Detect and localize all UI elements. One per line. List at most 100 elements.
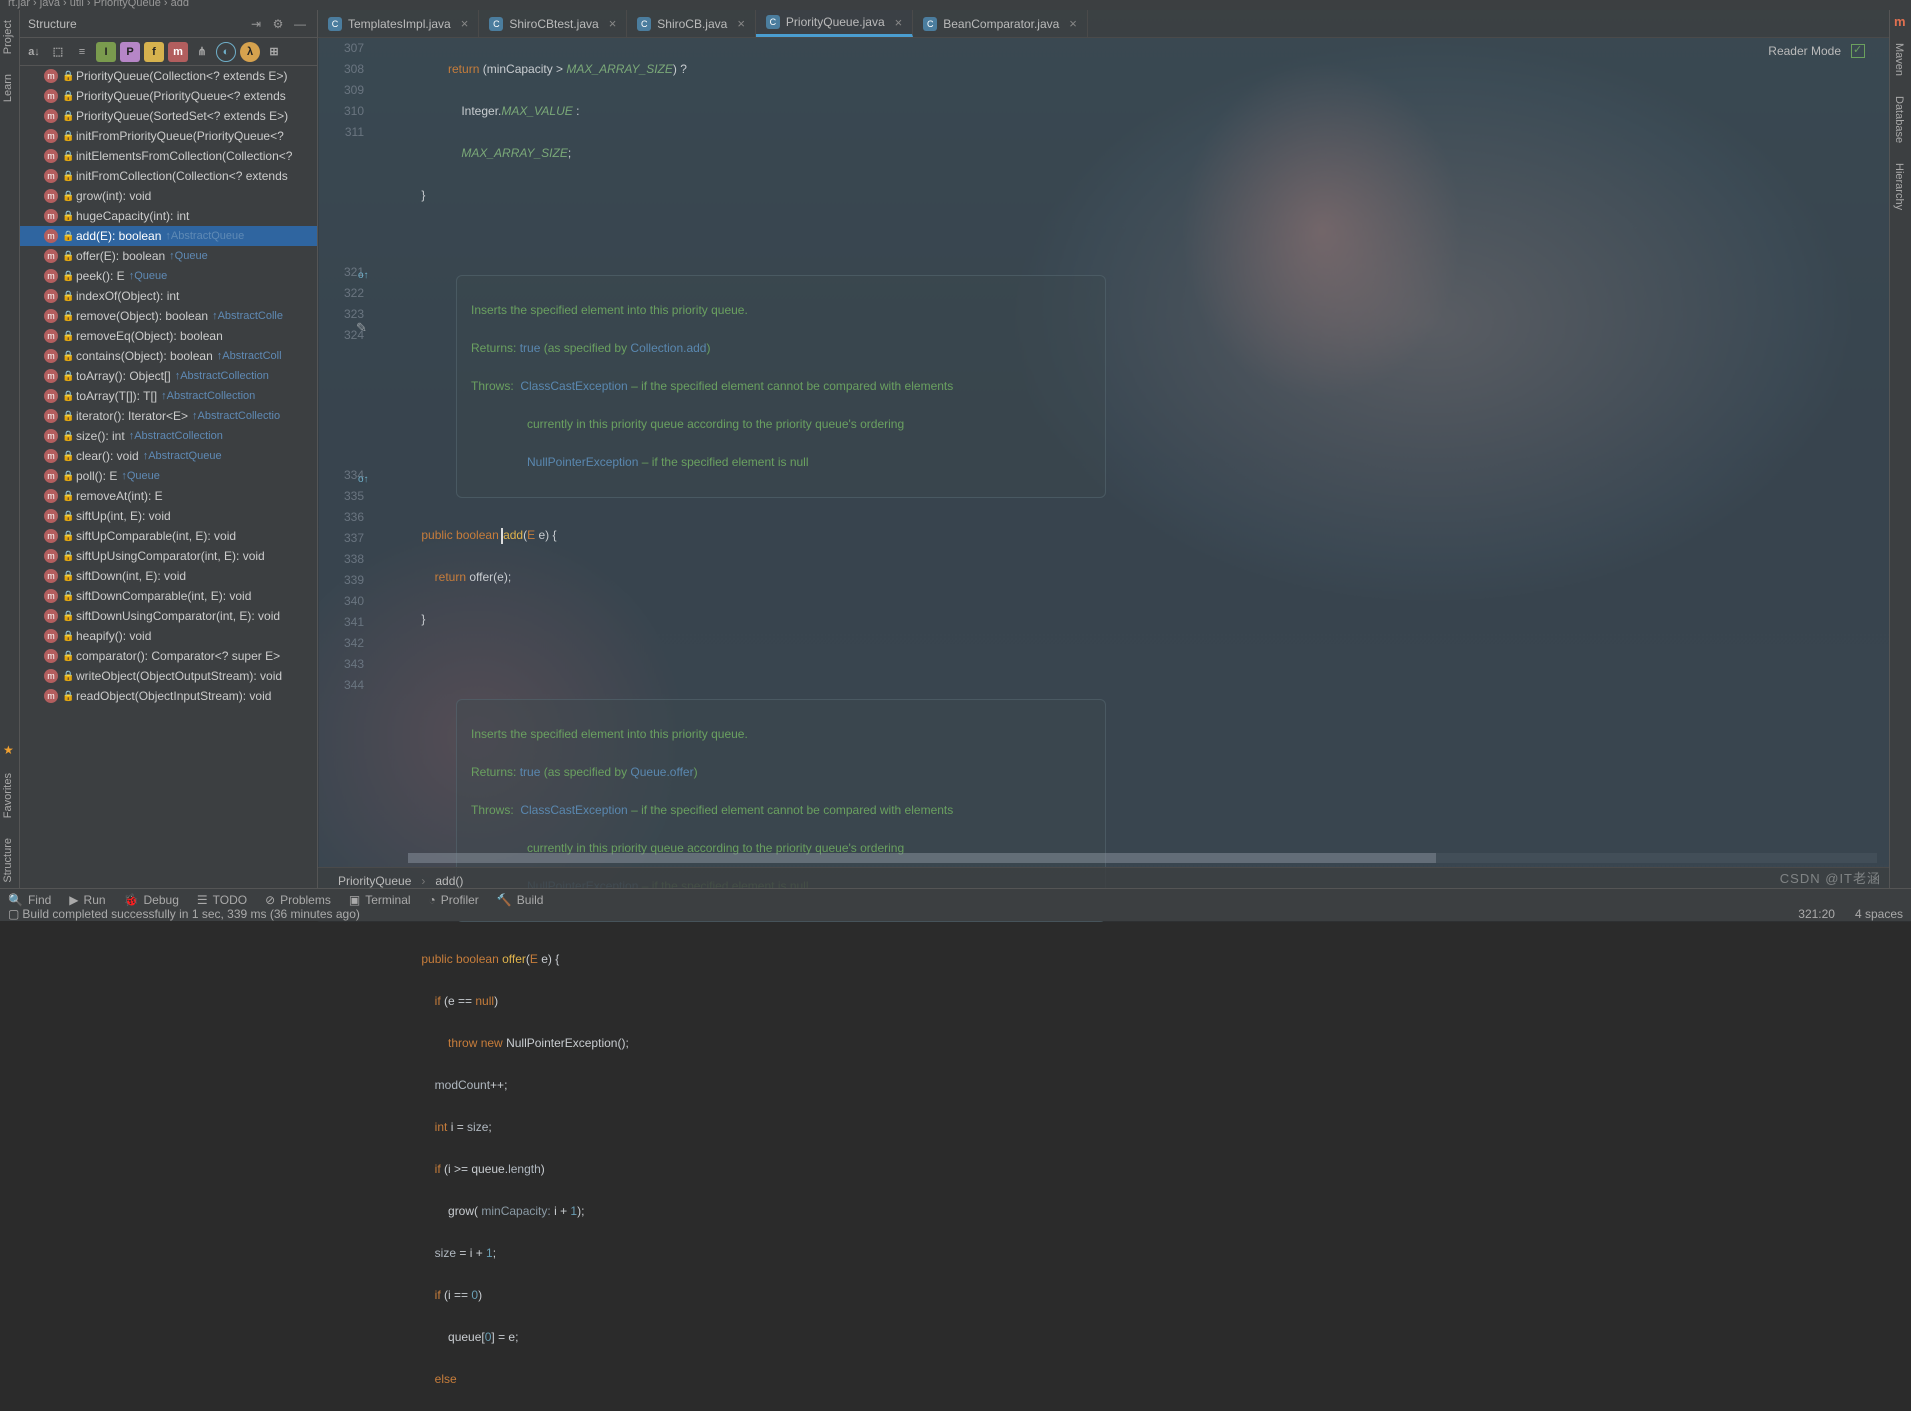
lock-icon: 🔒 — [62, 511, 72, 522]
structure-tree-item[interactable]: m🔒peek(): E ↑Queue — [20, 266, 317, 286]
override-gutter-icon[interactable]: o↑ — [358, 270, 369, 281]
autoscroll-source-icon[interactable]: ◐ — [216, 42, 236, 62]
method-icon: m — [44, 309, 58, 323]
show-lambda-icon[interactable]: λ — [240, 42, 260, 62]
structure-tree-item[interactable]: m🔒initFromCollection(Collection<? extend… — [20, 166, 317, 186]
structure-tree-item[interactable]: m🔒siftDown(int, E): void — [20, 566, 317, 586]
structure-tree-item[interactable]: m🔒PriorityQueue(PriorityQueue<? extends — [20, 86, 317, 106]
build-tool[interactable]: 🔨Build — [497, 893, 544, 907]
favorites-tool-tab[interactable]: Favorites — [0, 763, 16, 828]
structure-tree-item[interactable]: m🔒PriorityQueue(Collection<? extends E>) — [20, 66, 317, 86]
caret-position[interactable]: 321:20 — [1798, 907, 1835, 921]
structure-tree-item[interactable]: m🔒hugeCapacity(int): int — [20, 206, 317, 226]
method-icon: m — [44, 489, 58, 503]
profiler-tool[interactable]: ◔Profiler — [429, 893, 479, 907]
structure-tool-tab[interactable]: Structure — [0, 828, 16, 893]
show-methods-icon[interactable]: m — [168, 42, 188, 62]
structure-tree-item[interactable]: m🔒siftDownUsingComparator(int, E): void — [20, 606, 317, 626]
hide-icon[interactable]: — — [291, 15, 309, 33]
todo-tool[interactable]: ☰TODO — [197, 893, 247, 907]
structure-tree-item[interactable]: m🔒removeAt(int): E — [20, 486, 317, 506]
structure-tree-item[interactable]: m🔒siftDownComparable(int, E): void — [20, 586, 317, 606]
editor-tab[interactable]: CShiroCBtest.java× — [479, 10, 627, 37]
favorites-star-icon[interactable]: ★ — [0, 737, 17, 763]
maven-tool-tab[interactable]: Maven — [1890, 33, 1908, 86]
tree-item-label: siftDownUsingComparator(int, E): void — [76, 609, 280, 623]
structure-tree-item[interactable]: m🔒clear(): void ↑AbstractQueue — [20, 446, 317, 466]
lock-icon: 🔒 — [62, 151, 72, 162]
structure-tree-item[interactable]: m🔒add(E): boolean ↑AbstractQueue — [20, 226, 317, 246]
collapse-icon[interactable]: ⇥ — [247, 15, 265, 33]
maven-icon[interactable]: m — [1890, 10, 1911, 33]
structure-tree[interactable]: m🔒PriorityQueue(Collection<? extends E>)… — [20, 66, 318, 893]
doc-link[interactable]: Queue.offer — [630, 765, 693, 779]
structure-tree-item[interactable]: m🔒PriorityQueue(SortedSet<? extends E>) — [20, 106, 317, 126]
find-tool[interactable]: 🔍Find — [8, 893, 51, 907]
close-tab-icon[interactable]: × — [461, 16, 469, 31]
structure-tree-item[interactable]: m🔒grow(int): void — [20, 186, 317, 206]
structure-tree-item[interactable]: m🔒heapify(): void — [20, 626, 317, 646]
sort-visibility-icon[interactable]: ⬚ — [48, 42, 68, 62]
status-square-icon[interactable]: ▢ — [8, 907, 19, 921]
structure-tree-item[interactable]: m🔒toArray(T[]): T[] ↑AbstractCollection — [20, 386, 317, 406]
structure-tree-item[interactable]: m🔒initElementsFromCollection(Collection<… — [20, 146, 317, 166]
close-tab-icon[interactable]: × — [609, 16, 617, 31]
structure-tree-item[interactable]: m🔒writeObject(ObjectOutputStream): void — [20, 666, 317, 686]
tree-item-label: offer(E): boolean — [76, 249, 165, 263]
doc-link[interactable]: Collection.add — [630, 341, 706, 355]
gear-icon[interactable]: ⚙ — [269, 15, 287, 33]
scrollbar-thumb[interactable] — [408, 853, 1436, 863]
structure-tree-item[interactable]: m🔒siftUpUsingComparator(int, E): void — [20, 546, 317, 566]
project-tool-tab[interactable]: Project — [0, 10, 16, 64]
edit-pencil-icon[interactable]: ✎ — [356, 320, 367, 336]
terminal-tool[interactable]: ▣Terminal — [349, 893, 411, 907]
show-properties-icon[interactable]: P — [120, 42, 140, 62]
structure-tree-item[interactable]: m🔒comparator(): Comparator<? super E> — [20, 646, 317, 666]
editor-tab[interactable]: CPriorityQueue.java× — [756, 10, 913, 37]
structure-tree-item[interactable]: m🔒iterator(): Iterator<E> ↑AbstractColle… — [20, 406, 317, 426]
structure-tree-item[interactable]: m🔒contains(Object): boolean ↑AbstractCol… — [20, 346, 317, 366]
doc-link[interactable]: ClassCastException — [520, 803, 627, 817]
doc-link[interactable]: ClassCastException — [520, 379, 627, 393]
structure-tree-item[interactable]: m🔒size(): int ↑AbstractCollection — [20, 426, 317, 446]
horizontal-scrollbar[interactable] — [408, 853, 1877, 863]
structure-tree-item[interactable]: m🔒initFromPriorityQueue(PriorityQueue<? — [20, 126, 317, 146]
structure-tree-item[interactable]: m🔒poll(): E ↑Queue — [20, 466, 317, 486]
close-tab-icon[interactable]: × — [737, 16, 745, 31]
editor-tab[interactable]: CShiroCB.java× — [627, 10, 756, 37]
lock-icon: 🔒 — [62, 351, 72, 362]
lock-icon: 🔒 — [62, 671, 72, 682]
problems-tool[interactable]: ⊘Problems — [265, 893, 331, 907]
sort-alpha-icon[interactable]: a↓ — [24, 42, 44, 62]
indent-setting[interactable]: 4 spaces — [1855, 907, 1903, 921]
breadcrumb-class[interactable]: PriorityQueue — [338, 874, 411, 888]
show-inherited-icon[interactable]: ⋔ — [192, 42, 212, 62]
structure-tree-item[interactable]: m🔒removeEq(Object): boolean — [20, 326, 317, 346]
structure-tree-item[interactable]: m🔒offer(E): boolean ↑Queue — [20, 246, 317, 266]
code-editor[interactable]: return (minCapacity > MAX_ARRAY_SIZE) ? … — [408, 38, 1889, 865]
editor-tab[interactable]: CBeanComparator.java× — [913, 10, 1088, 37]
reader-mode-indicator[interactable]: Reader Mode — [1768, 44, 1865, 58]
group-icon[interactable]: ≡ — [72, 42, 92, 62]
expand-all-icon[interactable]: ⊞ — [264, 42, 284, 62]
structure-tree-item[interactable]: m🔒toArray(): Object[] ↑AbstractCollectio… — [20, 366, 317, 386]
close-tab-icon[interactable]: × — [895, 15, 903, 30]
structure-tree-item[interactable]: m🔒indexOf(Object): int — [20, 286, 317, 306]
lock-icon: 🔒 — [62, 271, 72, 282]
override-gutter-icon[interactable]: o↑ — [358, 474, 369, 485]
structure-tree-item[interactable]: m🔒siftUp(int, E): void — [20, 506, 317, 526]
close-tab-icon[interactable]: × — [1069, 16, 1077, 31]
doc-link[interactable]: NullPointerException — [527, 455, 638, 469]
learn-tool-tab[interactable]: Learn — [0, 64, 16, 112]
debug-tool[interactable]: 🐞Debug — [124, 893, 179, 907]
hierarchy-tool-tab[interactable]: Hierarchy — [1890, 153, 1908, 220]
structure-tree-item[interactable]: m🔒readObject(ObjectInputStream): void — [20, 686, 317, 706]
run-tool[interactable]: ▶Run — [69, 893, 105, 907]
database-tool-tab[interactable]: Database — [1890, 86, 1908, 153]
structure-tree-item[interactable]: m🔒siftUpComparable(int, E): void — [20, 526, 317, 546]
show-interfaces-icon[interactable]: I — [96, 42, 116, 62]
editor-tab[interactable]: CTemplatesImpl.java× — [318, 10, 479, 37]
structure-tree-item[interactable]: m🔒remove(Object): boolean ↑AbstractColle — [20, 306, 317, 326]
show-fields-icon[interactable]: f — [144, 42, 164, 62]
breadcrumb-method[interactable]: add() — [435, 874, 463, 888]
